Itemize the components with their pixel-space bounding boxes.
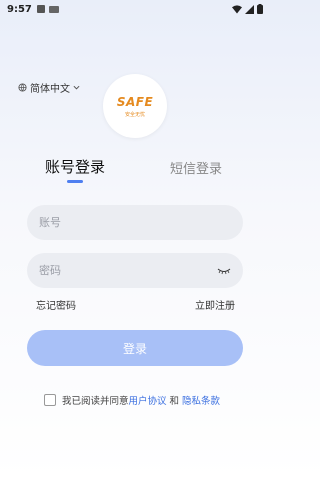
status-bar: 9:57 bbox=[0, 0, 270, 18]
tab-sms-login[interactable]: 短信登录 bbox=[170, 158, 222, 177]
password-field[interactable] bbox=[27, 253, 243, 288]
chevron-down-icon bbox=[73, 85, 80, 90]
auxiliary-links: 忘记密码 立即注册 bbox=[36, 297, 235, 312]
language-switch[interactable]: 简体中文 bbox=[18, 80, 80, 95]
login-tabs: 账号登录 短信登录 bbox=[0, 152, 270, 192]
eye-closed-icon[interactable] bbox=[217, 267, 231, 275]
app-logo: SAFE 安全无忧 bbox=[103, 74, 167, 138]
agreement-prefix: 我已阅读并同意 bbox=[62, 396, 129, 407]
active-tab-indicator bbox=[67, 180, 83, 183]
battery-icon bbox=[257, 4, 263, 14]
tab-account-login[interactable]: 账号登录 bbox=[45, 156, 105, 177]
agreement-and: 和 bbox=[169, 396, 180, 407]
agreement-checkbox[interactable] bbox=[44, 394, 56, 406]
privacy-policy-link[interactable]: 隐私条款 bbox=[182, 393, 220, 407]
keyboard-icon bbox=[48, 5, 59, 13]
notification-icon bbox=[36, 5, 45, 13]
globe-icon bbox=[18, 82, 27, 92]
login-button[interactable]: 登录 bbox=[27, 330, 243, 366]
agreement-row: 我已阅读并同意 用户协议 和 隐私条款 bbox=[44, 393, 220, 407]
status-indicators bbox=[232, 4, 263, 14]
user-agreement-link[interactable]: 用户协议 bbox=[129, 393, 167, 407]
account-field[interactable] bbox=[27, 205, 243, 240]
wifi-icon bbox=[232, 4, 242, 13]
password-input[interactable] bbox=[39, 264, 217, 277]
forgot-password-link[interactable]: 忘记密码 bbox=[36, 297, 76, 312]
signal-icon bbox=[245, 4, 254, 14]
logo-subtitle: 安全无忧 bbox=[124, 111, 145, 118]
status-time: 9:57 bbox=[7, 3, 32, 15]
register-link[interactable]: 立即注册 bbox=[195, 297, 235, 312]
logo-mark: SAFE bbox=[116, 94, 154, 109]
language-label: 简体中文 bbox=[30, 83, 70, 95]
account-input[interactable] bbox=[39, 216, 231, 229]
